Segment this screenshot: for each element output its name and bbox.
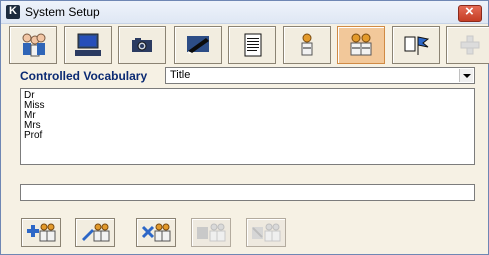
merge-entry-button[interactable] [246, 218, 286, 247]
toolbar-computer-button[interactable] [64, 26, 112, 64]
person-icon [301, 33, 313, 56]
two-people-icon [350, 33, 372, 56]
move-entry-button[interactable] [191, 218, 231, 247]
delete-entry-button[interactable] [136, 218, 176, 247]
chevron-down-icon[interactable] [459, 69, 473, 82]
document-icon [244, 33, 262, 57]
controlled-vocabulary-label: Controlled Vocabulary [20, 69, 148, 83]
delete-entry-icon [141, 223, 171, 242]
flag-icon [404, 36, 430, 55]
move-entry-disabled-icon [197, 223, 226, 242]
add-entry-icon [27, 223, 56, 242]
close-button[interactable] [458, 3, 482, 22]
computer-icon [75, 33, 101, 56]
toolbar-pen-button[interactable] [174, 26, 222, 64]
toolbar-people-button[interactable] [9, 26, 57, 64]
vocabulary-list[interactable]: Dr Miss Mr Mrs Prof [20, 88, 475, 165]
toolbar-document-button[interactable] [228, 26, 276, 64]
title-bar: System Setup [1, 1, 488, 24]
vocabulary-entry-field[interactable] [20, 184, 475, 201]
pen-icon [187, 36, 209, 54]
toolbar-person-button[interactable] [283, 26, 331, 64]
system-setup-window: System Setup [0, 0, 489, 255]
plus-disabled-icon [460, 35, 480, 55]
merge-entry-disabled-icon [252, 223, 281, 242]
vocabulary-select[interactable]: Title [165, 67, 475, 84]
list-item[interactable]: Prof [24, 131, 42, 141]
window-title: System Setup [25, 5, 100, 19]
toolbar-flag-button[interactable] [392, 26, 440, 64]
k-app-icon [6, 5, 20, 19]
vocabulary-select-value: Title [170, 69, 191, 81]
toolbar-plus-button[interactable] [446, 26, 489, 64]
add-entry-button[interactable] [21, 218, 61, 247]
toolbar-camera-button[interactable] [118, 26, 166, 64]
camera-icon [132, 38, 152, 52]
toolbar-two-people-button[interactable] [337, 26, 385, 64]
edit-entry-button[interactable] [75, 218, 115, 247]
toolbar [9, 26, 489, 64]
people-icon [22, 33, 46, 57]
edit-entry-icon [82, 223, 110, 242]
